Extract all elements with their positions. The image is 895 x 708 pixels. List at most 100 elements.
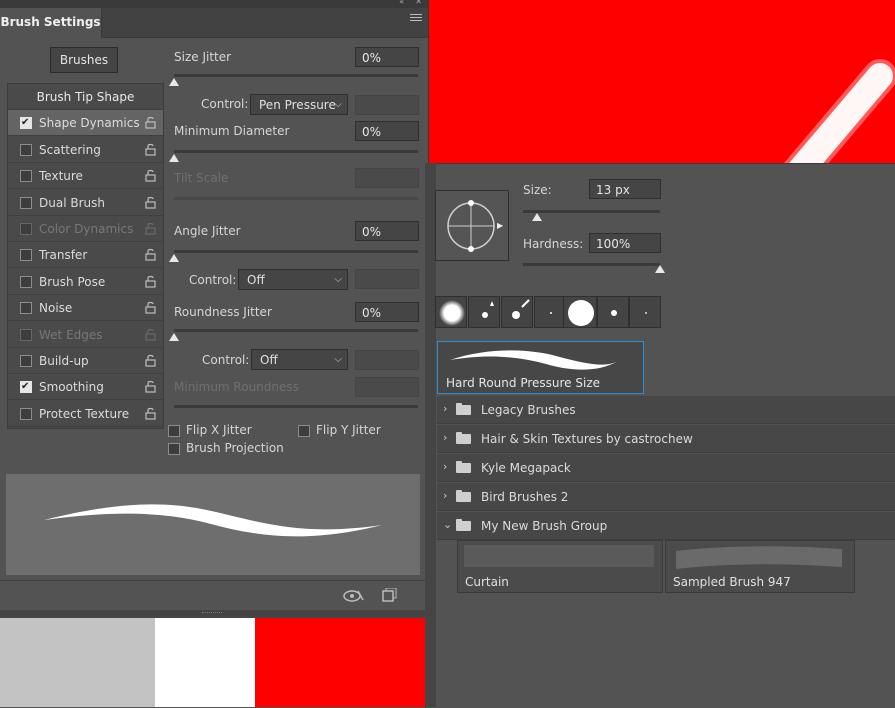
brush-group-kyle-megapack[interactable]: › Kyle Megapack [437, 454, 895, 482]
brushes-button[interactable]: Brushes [50, 47, 118, 73]
tilt-scale-label: Tilt Scale [174, 171, 229, 185]
size-jitter-input[interactable]: 0% [355, 47, 419, 67]
roundness-control-label: Control: [202, 353, 250, 367]
recent-brush-tiny[interactable] [534, 296, 566, 328]
recent-brush-large[interactable] [563, 296, 597, 328]
min-diameter-slider-thumb[interactable] [169, 154, 179, 162]
option-smoothing[interactable]: Smoothing [8, 374, 163, 401]
hardness-input[interactable]: 100% [589, 233, 661, 253]
lock-icon[interactable] [145, 169, 156, 182]
roundness-jitter-track[interactable] [174, 329, 418, 332]
angle-jitter-track[interactable] [174, 250, 418, 253]
min-diameter-input[interactable]: 0% [355, 121, 419, 141]
option-checkbox[interactable] [20, 302, 32, 315]
panel-menu-icon[interactable] [410, 14, 422, 23]
flip-x-jitter-checkbox[interactable] [168, 425, 180, 437]
recent-brush-small[interactable] [597, 296, 629, 328]
hardness-slider-track[interactable] [523, 263, 660, 266]
size-control-dropdown[interactable]: Pen Pressure ⌵ [250, 94, 348, 115]
option-noise[interactable]: Noise [8, 295, 163, 322]
min-roundness-input [355, 377, 419, 397]
expand-arrow-icon[interactable]: ▶ [497, 221, 503, 230]
option-checkbox[interactable] [20, 407, 32, 420]
folder-open-icon [456, 519, 471, 531]
option-checkbox[interactable] [20, 275, 32, 288]
hardness-slider-thumb[interactable] [655, 265, 665, 273]
lock-icon[interactable] [145, 116, 156, 129]
recent-brush-airbrush[interactable] [501, 296, 533, 328]
recent-brush-dot[interactable] [629, 296, 661, 328]
option-protect-texture[interactable]: Protect Texture [8, 401, 163, 427]
option-checkbox[interactable] [20, 223, 32, 235]
option-build-up[interactable]: Build-up [8, 348, 163, 374]
min-diameter-track[interactable] [174, 150, 418, 153]
option-transfer[interactable]: Transfer [8, 242, 163, 269]
size-jitter-slider-thumb[interactable] [169, 78, 179, 86]
canvas-area[interactable] [428, 0, 895, 163]
option-checkbox[interactable] [20, 143, 32, 156]
toggle-live-tip-preview-icon[interactable] [343, 588, 365, 604]
collapse-icon[interactable]: « [399, 0, 404, 6]
roundness-jitter-input[interactable]: 0% [355, 302, 419, 322]
option-scattering[interactable]: Scattering [8, 137, 163, 163]
size-input[interactable]: 13 px [589, 179, 661, 199]
lock-icon[interactable] [145, 222, 156, 235]
roundness-jitter-slider-thumb[interactable] [169, 333, 179, 341]
option-shape-dynamics[interactable]: Shape Dynamics [8, 110, 163, 137]
option-label: Texture [39, 169, 83, 184]
chevron-right-icon[interactable]: › [443, 489, 447, 502]
option-wet-edges[interactable]: Wet Edges [8, 322, 163, 348]
lock-icon[interactable] [145, 328, 156, 341]
brush-group-bird-brushes-2[interactable]: › Bird Brushes 2 [437, 483, 895, 511]
angle-jitter-slider-thumb[interactable] [169, 254, 179, 262]
close-icon[interactable]: ✕ [415, 0, 422, 6]
chevron-right-icon[interactable]: › [443, 460, 447, 473]
lock-icon[interactable] [145, 275, 156, 288]
size-control-extra-input [355, 95, 419, 115]
option-brush-tip-shape[interactable]: Brush Tip Shape [8, 84, 163, 110]
lock-icon[interactable] [145, 380, 156, 393]
option-checkbox[interactable] [20, 196, 32, 209]
roundness-control-dropdown[interactable]: Off ⌵ [251, 349, 348, 370]
option-dual-brush[interactable]: Dual Brush [8, 190, 163, 216]
lock-icon[interactable] [145, 143, 156, 156]
option-checkbox[interactable] [20, 355, 32, 367]
brush-group-legacy-brushes[interactable]: › Legacy Brushes [437, 396, 895, 424]
min-diameter-label: Minimum Diameter [174, 124, 290, 138]
brush-group-my-new-brush-group[interactable]: ⌄ My New Brush Group [437, 512, 895, 540]
option-brush-pose[interactable]: Brush Pose [8, 269, 163, 295]
create-new-brush-icon[interactable] [381, 588, 397, 604]
option-checkbox[interactable] [20, 374, 32, 400]
lock-icon[interactable] [145, 196, 156, 209]
recent-brush-soft[interactable] [435, 296, 467, 328]
lock-icon[interactable] [145, 354, 156, 367]
angle-jitter-input[interactable]: 0% [355, 221, 419, 241]
lock-icon[interactable] [145, 407, 156, 420]
brush-projection-checkbox[interactable] [168, 443, 180, 455]
option-checkbox[interactable] [20, 249, 32, 262]
hardness-label: Hardness: [523, 237, 584, 251]
selected-brush-preset[interactable]: Hard Round Pressure Size [437, 341, 644, 394]
recent-brush-pressure[interactable] [468, 296, 500, 328]
brush-group-hair-skin-textures-by-castrochew[interactable]: › Hair & Skin Textures by castrochew [437, 425, 895, 453]
option-checkbox[interactable] [20, 170, 32, 183]
option-color-dynamics[interactable]: Color Dynamics [8, 216, 163, 242]
size-jitter-track[interactable] [174, 74, 418, 77]
size-slider-thumb[interactable] [531, 213, 542, 221]
option-texture[interactable]: Texture [8, 163, 163, 190]
brush-curtain[interactable]: Curtain [457, 540, 663, 593]
resize-grip-icon[interactable] [202, 612, 222, 616]
lock-icon[interactable] [145, 248, 156, 261]
chevron-right-icon[interactable]: › [443, 402, 447, 415]
angle-control-dropdown[interactable]: Off ⌵ [238, 269, 348, 290]
size-slider-track[interactable] [523, 210, 660, 213]
option-checkbox[interactable] [20, 110, 32, 136]
chevron-right-icon[interactable]: › [443, 431, 447, 444]
option-checkbox[interactable] [20, 328, 32, 341]
brush-sampled-947[interactable]: Sampled Brush 947 [665, 540, 855, 593]
chevron-down-icon[interactable]: ⌄ [443, 518, 452, 531]
canvas-swatches[interactable] [0, 618, 425, 707]
lock-icon[interactable] [145, 301, 156, 314]
flip-y-jitter-checkbox[interactable] [298, 425, 310, 437]
tab-brush-settings[interactable]: Brush Settings [0, 8, 102, 38]
